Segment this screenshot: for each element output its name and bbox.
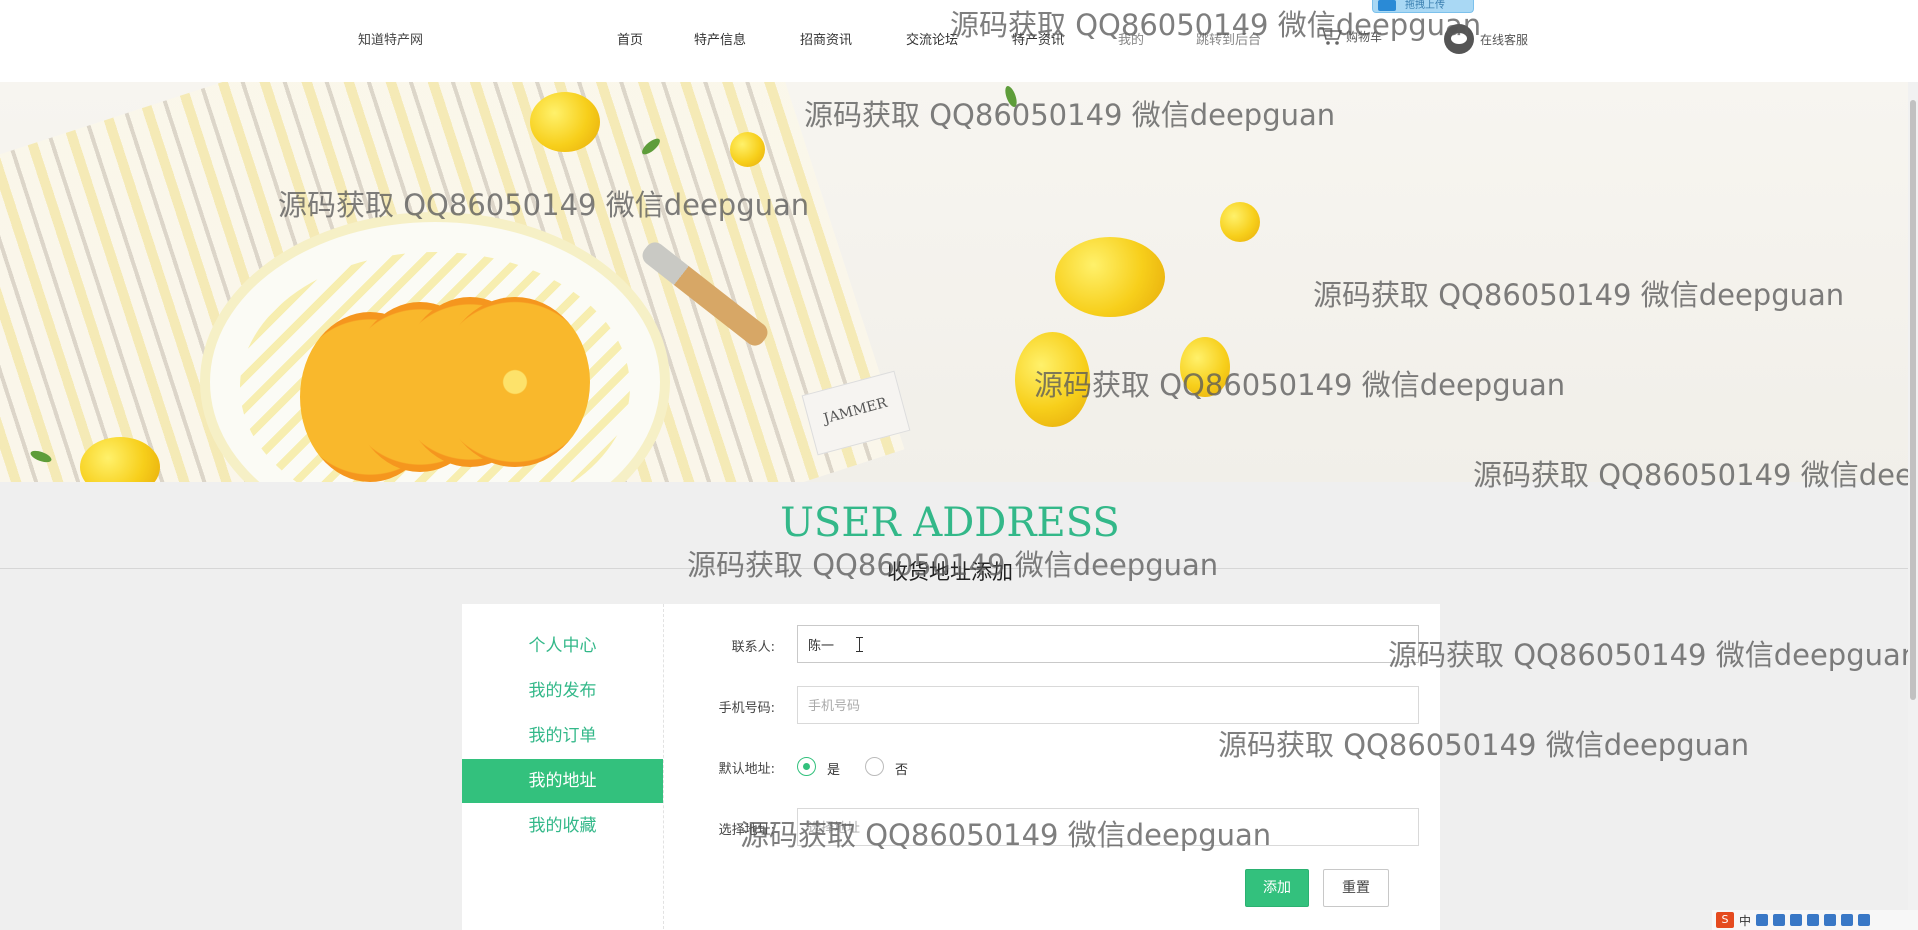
toolbox-icon[interactable] (1858, 914, 1871, 926)
emoji-icon[interactable] (1773, 914, 1786, 926)
ime-mode[interactable]: 中 (1739, 912, 1751, 929)
contact-label: 联系人: (731, 640, 775, 655)
default-yes-label[interactable]: 是 (827, 759, 840, 778)
watermark: 源码获取 QQ86050149 微信deepguan (1388, 638, 1908, 672)
skin-icon[interactable] (1841, 914, 1854, 926)
yellow-petal (730, 132, 765, 167)
page-scrollbar[interactable] (1908, 82, 1918, 930)
yellow-petal (1220, 202, 1260, 242)
ime-punct-icon[interactable] (1756, 914, 1769, 926)
keyboard-icon[interactable] (1807, 914, 1820, 926)
default-address-label: 默认地址: (718, 762, 775, 777)
ime-toolbar: S 中 (1712, 910, 1918, 930)
nav-home[interactable]: 首页 (617, 29, 643, 48)
watermark: 源码获取 QQ86050149 微信deepguan (740, 818, 1272, 852)
page-title-en: USER ADDRESS (780, 500, 1120, 546)
default-no-label[interactable]: 否 (895, 759, 908, 778)
sidebar-item-address[interactable]: 我的地址 (462, 759, 663, 803)
sidebar-item-posts[interactable]: 我的发布 (462, 669, 663, 713)
service-label: 在线客服 (1480, 32, 1529, 47)
user-sidebar: 个人中心 我的发布 我的订单 我的地址 我的收藏 (462, 604, 664, 930)
watermark: 源码获取 QQ86050149 微信deepguan (1034, 368, 1566, 402)
add-button[interactable]: 添加 (1245, 869, 1309, 907)
phone-label: 手机号码: (718, 701, 775, 716)
text-cursor (856, 637, 863, 652)
watermark: 源码获取 QQ86050149 微信deepguan (1473, 458, 1908, 492)
sidebar-item-favorites[interactable]: 我的收藏 (462, 804, 663, 848)
sidebar-item-orders[interactable]: 我的订单 (462, 714, 663, 758)
yellow-flower (530, 92, 600, 152)
watermark: 源码获取 QQ86050149 微信deepguan (1218, 728, 1750, 762)
nav-investment[interactable]: 招商资讯 (800, 29, 852, 48)
default-no-radio[interactable] (865, 757, 884, 776)
site-logo[interactable]: 知道特产网 (358, 29, 423, 48)
mic-icon[interactable] (1790, 914, 1803, 926)
lemon-slice (440, 297, 590, 467)
watermark: 源码获取 QQ86050149 微信deepguan (950, 8, 1482, 42)
contact-field[interactable] (797, 625, 1419, 663)
reset-button[interactable]: 重置 (1323, 869, 1389, 907)
phone-field[interactable] (797, 686, 1419, 724)
watermark: 源码获取 QQ86050149 微信deepguan (278, 188, 810, 222)
default-yes-radio[interactable] (797, 757, 816, 776)
sidebar-item-profile[interactable]: 个人中心 (462, 624, 663, 668)
cherry-tomato (1055, 237, 1165, 317)
nav-products[interactable]: 特产信息 (694, 29, 746, 48)
watermark: 源码获取 QQ86050149 微信deepguan (687, 548, 1219, 582)
scrollbar-thumb[interactable] (1910, 100, 1916, 700)
user-icon[interactable] (1824, 914, 1837, 926)
watermark: 源码获取 QQ86050149 微信deepguan (804, 98, 1336, 132)
watermark: 源码获取 QQ86050149 微信deepguan (1313, 278, 1845, 312)
ime-logo-icon[interactable]: S (1716, 912, 1734, 928)
